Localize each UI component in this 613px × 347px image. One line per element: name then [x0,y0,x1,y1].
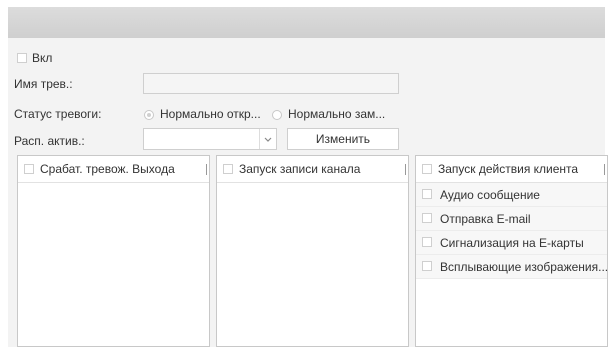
client-action-header: Запуск действия клиента [416,156,607,183]
emap-alarm-label: Сигнализация на E-карты [440,236,584,250]
title-bar [8,7,605,38]
list-item[interactable]: Отправка E-mail [416,207,607,231]
status-normally-closed-label: Нормально зам... [288,107,386,121]
schedule-select[interactable] [143,128,277,150]
status-normally-closed-radio[interactable] [272,110,282,120]
schedule-label: Расп. актив.: [14,134,85,148]
status-normally-open-label: Нормально откр... [160,107,261,121]
edit-schedule-button[interactable]: Изменить [287,128,399,150]
alarm-output-header: Срабат. тревож. Выхода [18,156,209,183]
audio-message-label: Аудио сообщение [440,188,540,202]
send-email-checkbox[interactable] [422,213,432,223]
channel-record-header-label: Запуск записи канала [239,162,361,176]
column-resize-handle[interactable] [206,164,207,175]
list-item[interactable]: Аудио сообщение [416,183,607,207]
column-resize-handle[interactable] [604,164,605,175]
dropdown-toggle[interactable] [259,129,276,149]
enable-label: Вкл [32,51,53,65]
alarm-name-input[interactable] [143,73,399,94]
popup-image-label: Всплывающие изображения... [440,260,609,274]
channel-record-panel: Запуск записи канала [216,155,409,347]
channel-record-select-all-checkbox[interactable] [223,164,233,174]
client-action-panel: Запуск действия клиента Аудио сообщение … [415,155,608,347]
alarm-output-panel: Срабат. тревож. Выхода [17,155,210,347]
popup-image-checkbox[interactable] [422,261,432,271]
emap-alarm-checkbox[interactable] [422,237,432,247]
channel-record-header: Запуск записи канала [217,156,408,183]
chevron-down-icon [264,137,272,142]
audio-message-checkbox[interactable] [422,189,432,199]
alarm-output-header-label: Срабат. тревож. Выхода [40,162,175,176]
send-email-label: Отправка E-mail [440,212,531,226]
client-action-select-all-checkbox[interactable] [422,164,432,174]
status-normally-open-radio[interactable] [144,110,154,120]
list-item[interactable]: Сигнализация на E-карты [416,231,607,255]
alarm-output-select-all-checkbox[interactable] [24,164,34,174]
column-resize-handle[interactable] [405,164,406,175]
enable-checkbox[interactable] [17,53,27,63]
alarm-name-label: Имя трев.: [14,77,73,91]
client-action-header-label: Запуск действия клиента [438,162,579,176]
alarm-status-label: Статус тревоги: [14,107,102,121]
list-item[interactable]: Всплывающие изображения... [416,255,609,279]
